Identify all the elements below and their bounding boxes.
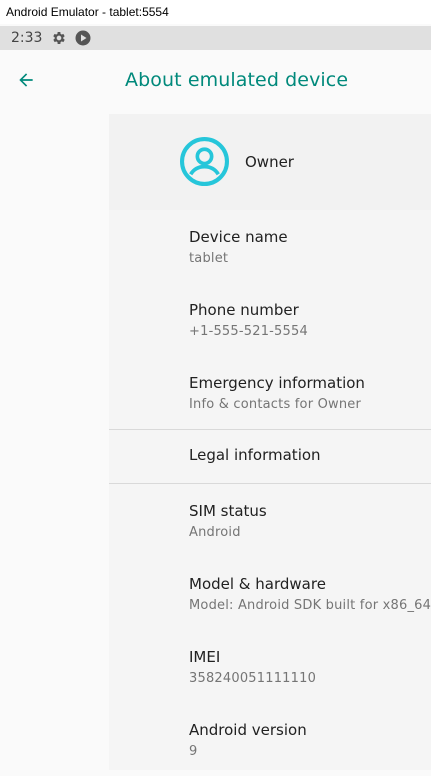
toolbar: About emulated device (0, 50, 431, 114)
pref-phone-number[interactable]: Phone number +1-555-521-5554 (109, 283, 431, 356)
pref-sim-status[interactable]: SIM status Android (109, 484, 431, 557)
pref-imei[interactable]: IMEI 358240051111110 (109, 630, 431, 703)
window-title: Android Emulator - tablet:5554 (0, 0, 431, 24)
pref-model-hardware[interactable]: Model & hardware Model: Android SDK buil… (109, 557, 431, 630)
status-time: 2:33 (11, 30, 43, 46)
pref-legal-information[interactable]: Legal information (109, 430, 431, 483)
pref-title: Device name (189, 228, 288, 246)
pref-summary: 358240051111110 (189, 671, 317, 686)
pref-title: SIM status (189, 502, 267, 520)
pref-summary: Model: Android SDK built for x86_64 (189, 598, 431, 613)
pref-title: Legal information (189, 446, 321, 464)
left-pane (0, 114, 109, 770)
settings-content: Owner Device name tablet Phone number +1… (109, 114, 431, 770)
pref-summary: Info & contacts for Owner (189, 397, 362, 412)
pref-device-name[interactable]: Device name tablet (109, 210, 431, 283)
play-protect-icon (75, 30, 91, 46)
arrow-back-icon (16, 70, 36, 94)
pref-title: Phone number (189, 301, 299, 319)
status-bar: 2:33 (0, 26, 431, 50)
pref-title: Model & hardware (189, 575, 326, 593)
pref-title: Android version (189, 721, 307, 739)
pref-title: IMEI (189, 648, 221, 666)
gear-icon (51, 30, 67, 46)
pref-summary: tablet (189, 251, 229, 266)
owner-name: Owner (245, 153, 294, 171)
pref-title: Emergency information (189, 374, 365, 392)
owner-header[interactable]: Owner (109, 114, 431, 210)
pref-android-version[interactable]: Android version 9 (109, 703, 431, 776)
preference-list: Device name tablet Phone number +1-555-5… (109, 210, 431, 776)
pref-summary: Android (189, 525, 241, 540)
pref-summary: +1-555-521-5554 (189, 324, 308, 339)
pref-summary: 9 (189, 744, 198, 759)
account-circle-icon (180, 137, 229, 186)
page-title: About emulated device (125, 69, 349, 91)
back-button[interactable] (8, 64, 44, 100)
pref-emergency-information[interactable]: Emergency information Info & contacts fo… (109, 356, 431, 429)
